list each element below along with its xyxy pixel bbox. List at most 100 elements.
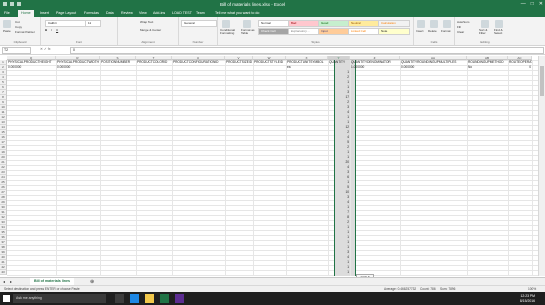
style-calculation[interactable]: Calculation — [378, 20, 410, 27]
paste-button[interactable]: Paste — [3, 29, 11, 33]
format-cells-icon[interactable] — [443, 20, 451, 28]
column-gridline — [467, 60, 468, 276]
merge-center-button[interactable]: Merge & Center — [140, 28, 161, 32]
vertical-scrollbar[interactable] — [538, 56, 545, 276]
format-as-table-icon[interactable] — [243, 20, 251, 28]
task-view-icon[interactable] — [115, 294, 124, 303]
column-gridline — [225, 60, 226, 276]
minimize-button[interactable]: — — [521, 1, 526, 7]
next-sheet-icon[interactable]: ▸ — [10, 279, 12, 284]
quantity-cell[interactable]: 1 — [328, 270, 350, 275]
cell-x2[interactable]: ea — [286, 65, 328, 70]
style-check-cell[interactable]: Check Cell — [258, 28, 290, 35]
formula-input[interactable]: 0 — [70, 47, 544, 54]
tab-formulas[interactable]: Formulas — [84, 11, 99, 15]
tab-view[interactable]: View — [139, 11, 147, 15]
sort-filter-icon[interactable] — [481, 20, 489, 28]
style-note[interactable]: Note — [378, 28, 410, 35]
column-gridline — [286, 60, 287, 276]
tab-page-layout[interactable]: Page Layout — [56, 11, 76, 15]
conditional-formatting-button[interactable]: Conditional Formatting — [220, 28, 238, 36]
format-button[interactable]: Format — [441, 29, 451, 33]
windows-start-icon[interactable] — [3, 295, 10, 302]
format-as-table-button[interactable]: Format as Table — [241, 28, 255, 36]
maximize-button[interactable]: □ — [531, 1, 534, 7]
excel-taskbar-icon[interactable] — [160, 294, 169, 303]
number-format-select[interactable]: General — [181, 20, 217, 27]
fill-button[interactable]: Fill — [457, 25, 461, 29]
worksheet-grid[interactable]: Q R S T U V W X Y Z AA AB AC 1 2 3 4 5 6 7 8 9 10 11 12 13 14 15 16… — [0, 56, 545, 281]
column-gridline — [56, 60, 57, 276]
style-good[interactable]: Good — [318, 20, 350, 27]
file-explorer-icon[interactable] — [145, 294, 154, 303]
taskbar-date: 8/15/2016 — [519, 298, 535, 303]
undo-icon[interactable] — [10, 2, 14, 6]
tab-add-ins[interactable]: Add-ins — [153, 11, 165, 15]
wrap-text-button[interactable]: Wrap Text — [140, 20, 153, 24]
cell-s2[interactable] — [100, 65, 136, 70]
tab-team[interactable]: Team — [196, 11, 205, 15]
cell-u2[interactable] — [172, 65, 225, 70]
formula-icons[interactable]: ✕ ✓ fx — [40, 47, 51, 51]
name-box[interactable]: T2 — [2, 47, 31, 54]
cell-w2[interactable] — [253, 65, 286, 70]
edge-icon[interactable] — [130, 294, 139, 303]
cell-z2[interactable]: 1.000000 — [350, 65, 400, 70]
font-size-select[interactable]: 11 — [85, 20, 101, 27]
tab-file[interactable]: File — [4, 11, 10, 15]
delete-button[interactable]: Delete — [428, 29, 437, 33]
style-bad[interactable]: Bad — [288, 20, 320, 27]
number-group-label: Number — [192, 40, 204, 44]
cell-r2[interactable]: 0.000000 — [56, 65, 100, 70]
visual-studio-icon[interactable] — [175, 294, 184, 303]
tell-me-box[interactable]: Tell me what you want to do — [215, 11, 259, 15]
insert-button[interactable]: Insert — [416, 29, 424, 33]
paste-icon[interactable] — [3, 20, 11, 28]
taskbar-search[interactable]: Ask me anything — [13, 294, 106, 303]
cut-button[interactable]: Cut — [15, 20, 20, 24]
copy-button[interactable]: Copy — [15, 25, 22, 29]
grid-lines — [7, 60, 539, 276]
scrollbar-thumb[interactable] — [540, 66, 544, 96]
font-name-select[interactable]: Calibri — [45, 20, 87, 27]
window-title: Bill of materials lines.xlsx - Excel — [220, 2, 286, 7]
taskbar-clock[interactable]: 12:23 PM 8/15/2016 — [520, 294, 535, 303]
column-gridline — [532, 60, 533, 276]
underline-button[interactable]: U — [56, 28, 58, 32]
prev-sheet-icon[interactable]: ◂ — [3, 279, 5, 284]
clear-button[interactable]: Clear — [457, 30, 464, 34]
row-header[interactable]: 43 — [0, 270, 7, 275]
cell-v2[interactable] — [225, 65, 253, 70]
style-neutral[interactable]: Neutral — [348, 20, 380, 27]
style-normal[interactable]: Normal — [258, 20, 290, 27]
delete-cells-icon[interactable] — [430, 20, 438, 28]
close-button[interactable]: ✕ — [539, 1, 543, 7]
cell-aa2[interactable]: 0.000000 — [400, 65, 467, 70]
find-select-button[interactable]: Find & Select — [494, 28, 507, 36]
quick-access-toolbar[interactable] — [3, 2, 21, 6]
cell-ab2[interactable]: No — [467, 65, 508, 70]
autosum-button[interactable]: AutoSum — [457, 20, 469, 24]
conditional-formatting-icon[interactable] — [222, 20, 230, 28]
editing-group: AutoSum Fill Clear Sort & Filter Find & … — [455, 17, 515, 45]
cell-q2[interactable]: 0.000000 — [7, 65, 56, 70]
sort-filter-button[interactable]: Sort & Filter — [479, 28, 492, 36]
window-controls[interactable]: — □ ✕ — [521, 1, 543, 7]
tab-load-test[interactable]: LOAD TEST — [172, 11, 192, 15]
save-icon[interactable] — [3, 2, 7, 6]
column-gridline — [400, 60, 401, 276]
cell-ac2[interactable]: 0 — [508, 65, 532, 70]
style-input[interactable]: Input — [318, 28, 350, 35]
tab-insert[interactable]: Insert — [40, 11, 49, 15]
style-linked-cell[interactable]: Linked Cell — [348, 28, 380, 35]
style-explanatory[interactable]: Explanatory ... — [288, 28, 320, 35]
tab-review[interactable]: Review — [121, 11, 133, 15]
tab-data[interactable]: Data — [106, 11, 114, 15]
redo-icon[interactable] — [17, 2, 21, 6]
format-painter-button[interactable]: Format Painter — [15, 30, 35, 34]
find-select-icon[interactable] — [495, 20, 503, 28]
cell-t2[interactable] — [136, 65, 172, 70]
insert-cells-icon[interactable] — [417, 20, 425, 28]
italic-button[interactable]: I — [51, 28, 52, 32]
bold-button[interactable]: B — [45, 28, 47, 32]
